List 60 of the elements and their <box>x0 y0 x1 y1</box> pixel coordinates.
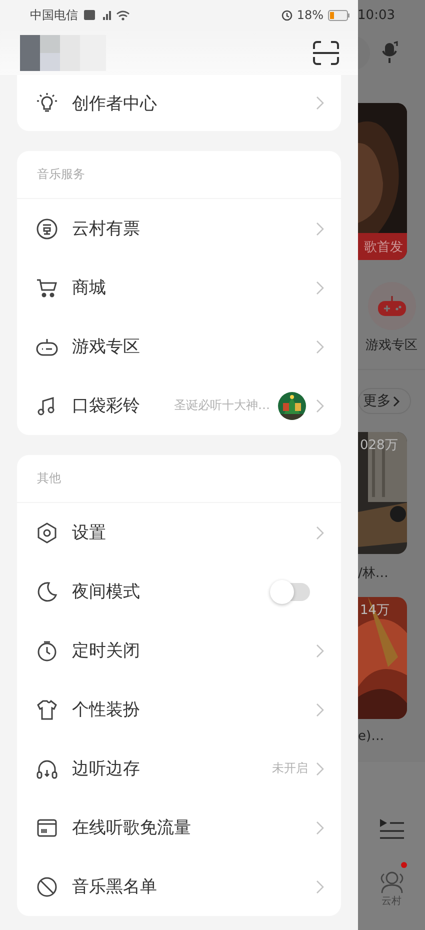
moon-icon <box>36 580 58 602</box>
playlist-card[interactable]: 028万 <box>358 432 407 554</box>
chevron-icon <box>316 398 324 412</box>
hint-text: 未开启 <box>272 760 308 777</box>
clock-text: 10:03 <box>358 8 395 22</box>
hint-text: 圣诞必听十大神… <box>174 397 270 414</box>
microphone-icon[interactable] <box>382 40 398 64</box>
menu-item[interactable]: 商城 <box>17 258 341 317</box>
shirt-icon <box>36 698 58 720</box>
headset-icon <box>36 758 58 780</box>
toggle-switch[interactable] <box>272 582 310 600</box>
menu-item[interactable]: 创作者中心 <box>17 75 341 131</box>
chevron-icon <box>316 702 324 716</box>
banner-label: 歌首发 <box>358 233 407 260</box>
section-title: 音乐服务 <box>37 166 85 183</box>
timer-icon <box>36 640 58 662</box>
chevron-icon <box>316 880 324 894</box>
signal-icon <box>84 9 132 21</box>
scan-icon[interactable] <box>313 40 339 64</box>
playlist-title: /林… <box>358 565 390 582</box>
gear-icon <box>36 522 58 544</box>
menu-item[interactable]: 云村有票 <box>17 199 341 258</box>
chevron-icon <box>393 396 400 406</box>
chevron-icon <box>316 820 324 834</box>
battery-text: 18% <box>296 8 324 22</box>
cart-icon <box>36 276 58 298</box>
playlist-card[interactable]: 14万 <box>358 597 407 719</box>
menu-item[interactable]: 夜间模式 <box>17 562 341 621</box>
section-title: 其他 <box>37 470 61 487</box>
chevron-icon <box>316 280 324 294</box>
play-count: 14万 <box>360 602 390 619</box>
menu-item[interactable]: 设置 <box>17 503 341 562</box>
chevron-icon <box>316 222 324 236</box>
menu-item[interactable]: 定时关闭 <box>17 621 341 680</box>
menu-item[interactable]: 在线听歌免流量 <box>17 798 341 857</box>
menu-item[interactable]: 音乐黑名单 <box>17 857 341 916</box>
chevron-icon <box>316 96 324 110</box>
shortcut-label: 游戏专区 <box>366 337 418 354</box>
menu-item[interactable]: 边听边存 未开启 <box>17 739 341 798</box>
chevron-icon <box>316 340 324 354</box>
play-count: 028万 <box>360 437 398 454</box>
card-icon <box>36 816 58 838</box>
more-button[interactable]: 更多 <box>358 388 411 414</box>
chevron-icon <box>316 526 324 540</box>
playlist-title: e)… <box>358 729 386 744</box>
ban-icon <box>36 876 58 898</box>
chevron-icon <box>316 644 324 658</box>
carrier-text: 中国电信 <box>30 6 78 24</box>
notification-dot <box>400 862 406 868</box>
gamepad-icon <box>376 295 406 317</box>
menu-item[interactable]: 口袋彩铃 圣诞必听十大神… <box>17 376 341 435</box>
ticket-icon <box>36 218 58 240</box>
playlist-icon[interactable] <box>378 818 404 840</box>
menu-item[interactable]: 游戏专区 <box>17 317 341 376</box>
battery-icon <box>328 10 350 20</box>
alarm-icon <box>280 9 293 21</box>
menu-item[interactable]: 个性装扮 <box>17 680 341 739</box>
bulb-icon <box>36 92 58 114</box>
shortcut-button[interactable] <box>368 282 416 330</box>
chevron-icon <box>316 762 324 776</box>
